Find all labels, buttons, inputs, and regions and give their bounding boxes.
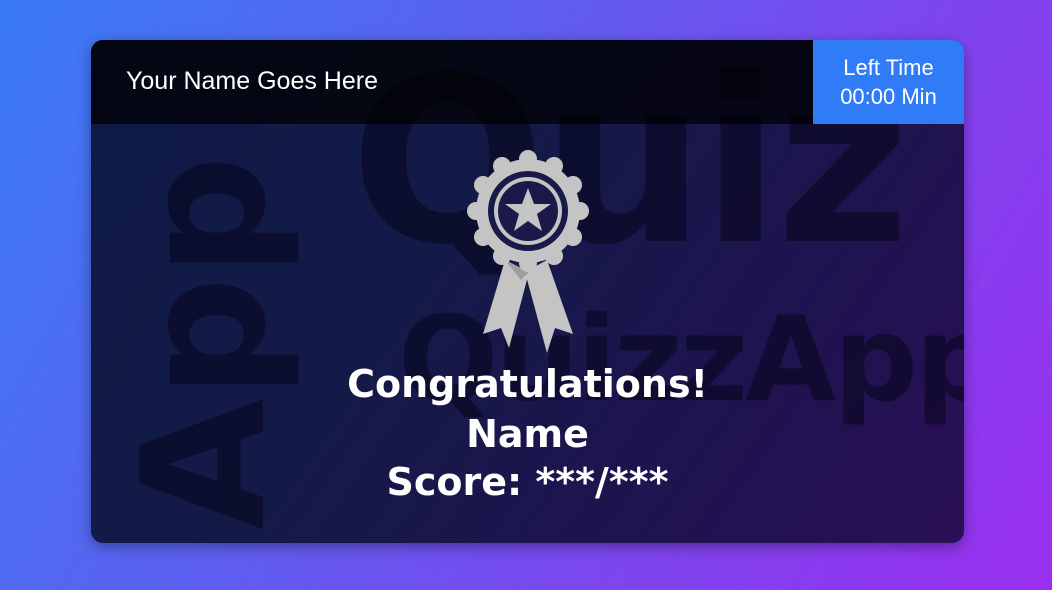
congratulations-heading: Congratulations! <box>347 362 708 406</box>
header-bar: Your Name Goes Here Left Time 00:00 Min <box>91 40 964 124</box>
award-ribbon-icon <box>467 150 589 353</box>
quiz-result-card: Quiz QuizzApp App Your Name Goes Here Le… <box>91 40 964 543</box>
result-score: Score: ***/*** <box>386 460 669 504</box>
timer-value: 00:00 Min <box>840 84 937 109</box>
timer-label: Left Time <box>843 55 934 80</box>
user-name-label: Your Name Goes Here <box>126 67 378 95</box>
timer-box: Left Time 00:00 Min <box>813 40 964 124</box>
result-name: Name <box>466 412 589 456</box>
